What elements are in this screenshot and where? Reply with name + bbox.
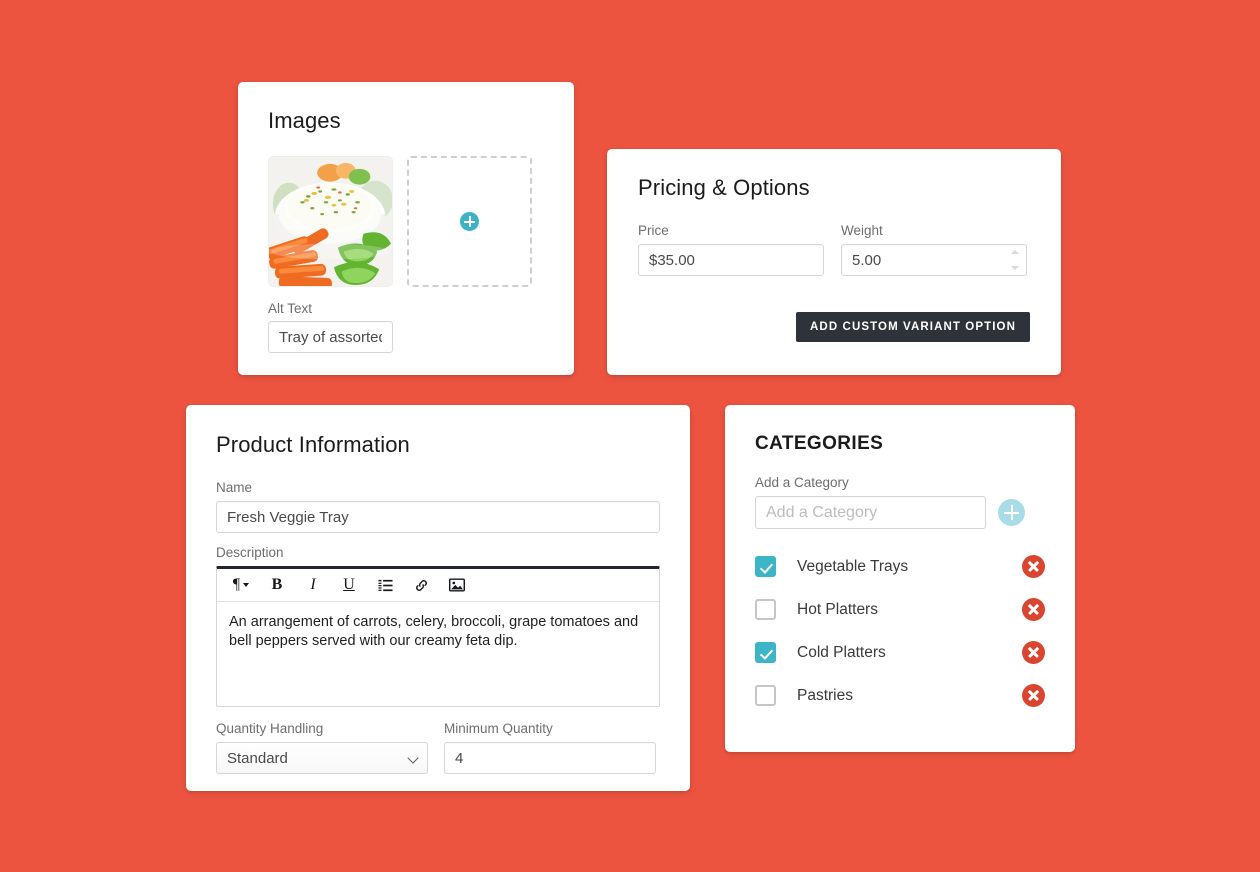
pricing-fields-row: Price Weight [638, 223, 1030, 276]
product-image-thumbnail[interactable] [268, 156, 393, 287]
list-item: Cold Platters [755, 631, 1045, 674]
list-item: Pastries [755, 674, 1045, 717]
weight-stepper[interactable] [1011, 250, 1020, 270]
list-item: Hot Platters [755, 588, 1045, 631]
weight-label: Weight [841, 223, 883, 238]
category-checkbox[interactable] [755, 685, 776, 706]
weight-input[interactable] [841, 244, 1027, 276]
add-image-dropzone[interactable] [407, 156, 532, 287]
weight-field-group: Weight [841, 223, 1027, 276]
paragraph-format-dropdown[interactable]: ¶ [223, 570, 259, 601]
category-label: Vegetable Trays [797, 557, 909, 575]
remove-category-icon[interactable] [1022, 641, 1045, 664]
category-checkbox[interactable] [755, 642, 776, 663]
remove-category-icon[interactable] [1022, 555, 1045, 578]
description-field-group: Description ¶ B I U An arrangement of ca… [216, 545, 660, 707]
price-label: Price [638, 223, 669, 238]
rich-text-editor: ¶ B I U An arrangement of carrots, celer… [216, 566, 660, 707]
category-checkbox[interactable] [755, 556, 776, 577]
category-label: Hot Platters [797, 600, 878, 618]
link-button[interactable] [403, 570, 439, 601]
rich-text-toolbar: ¶ B I U [217, 569, 659, 602]
category-checkbox[interactable] [755, 599, 776, 620]
insert-image-button[interactable] [439, 570, 475, 601]
description-textarea[interactable]: An arrangement of carrots, celery, brocc… [217, 602, 659, 706]
quantity-fields-row: Quantity Handling Minimum Quantity [216, 721, 660, 774]
product-information-card: Product Information Name Description ¶ B… [186, 405, 690, 791]
name-label: Name [216, 480, 253, 495]
images-card-title: Images [268, 108, 341, 133]
category-list: Vegetable Trays Hot Platters Cold Platte… [755, 545, 1045, 717]
minimum-quantity-label: Minimum Quantity [444, 721, 553, 736]
add-custom-variant-option-button[interactable]: ADD CUSTOM VARIANT OPTION [796, 312, 1030, 342]
quantity-handling-select[interactable] [216, 742, 428, 774]
remove-category-icon[interactable] [1022, 684, 1045, 707]
category-label: Cold Platters [797, 643, 886, 661]
quantity-handling-label: Quantity Handling [216, 721, 324, 736]
alt-text-field-group: Alt Text [268, 301, 544, 353]
price-field-group: Price [638, 223, 824, 276]
italic-button[interactable]: I [295, 570, 331, 601]
categories-card: CATEGORIES Add a Category Vegetable Tray… [725, 405, 1075, 752]
ordered-list-button[interactable] [367, 570, 403, 601]
add-category-row [755, 496, 1045, 529]
alt-text-input[interactable] [268, 321, 393, 353]
add-category-input[interactable] [755, 496, 986, 529]
price-input[interactable] [638, 244, 824, 276]
bold-button[interactable]: B [259, 570, 295, 601]
product-name-input[interactable] [216, 501, 660, 533]
paragraph-icon: ¶ [232, 576, 241, 593]
description-label: Description [216, 545, 284, 560]
name-field-group: Name [216, 480, 660, 533]
categories-card-title: CATEGORIES [755, 433, 884, 454]
add-category-button[interactable] [998, 499, 1025, 526]
image-thumbnail-row [268, 156, 544, 287]
pricing-card-title: Pricing & Options [638, 175, 810, 200]
stepper-down-icon[interactable] [1011, 266, 1019, 270]
add-category-label: Add a Category [755, 475, 849, 490]
minimum-quantity-group: Minimum Quantity [444, 721, 656, 774]
plus-circle-icon [460, 212, 479, 231]
quantity-handling-group: Quantity Handling [216, 721, 428, 774]
underline-button[interactable]: U [331, 570, 367, 601]
remove-category-icon[interactable] [1022, 598, 1045, 621]
list-item: Vegetable Trays [755, 545, 1045, 588]
chevron-down-icon [243, 583, 250, 587]
category-label: Pastries [797, 686, 853, 704]
minimum-quantity-input[interactable] [444, 742, 656, 774]
pricing-options-card: Pricing & Options Price Weight ADD CUSTO… [607, 149, 1061, 375]
alt-text-label: Alt Text [268, 301, 313, 316]
images-card: Images Alt Text Tray of assorted [238, 82, 574, 375]
product-card-title: Product Information [216, 432, 410, 457]
stepper-up-icon[interactable] [1011, 250, 1019, 254]
